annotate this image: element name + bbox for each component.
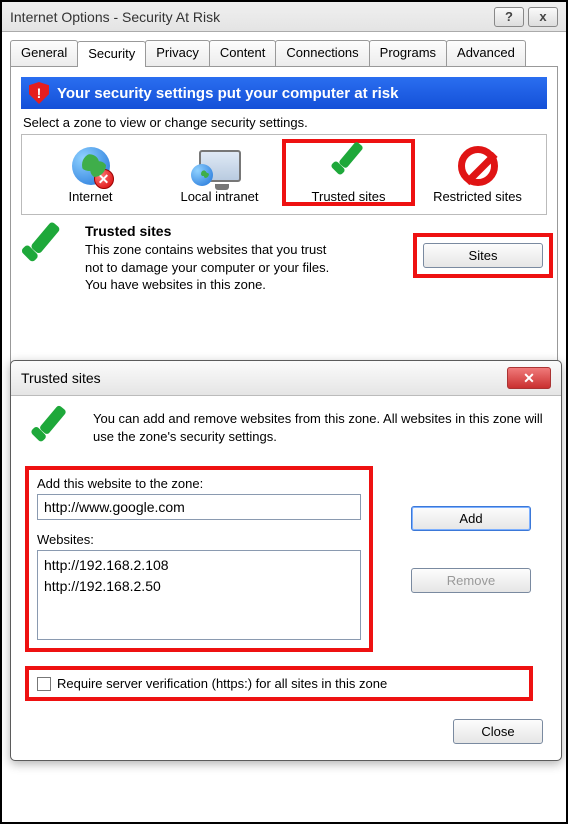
require-https-checkbox[interactable]: [37, 677, 51, 691]
list-item[interactable]: http://192.168.2.108: [44, 555, 354, 576]
websites-label: Websites:: [37, 532, 361, 547]
no-entry-icon: [458, 146, 498, 186]
trusted-heading: Trusted sites: [85, 223, 335, 239]
require-https-label: Require server verification (https:) for…: [57, 676, 387, 691]
add-website-input[interactable]: [37, 494, 361, 520]
checkmark-large-icon: [17, 225, 70, 278]
trusted-sites-dialog: Trusted sites ✕ You can add and remove w…: [10, 360, 562, 761]
sites-button[interactable]: Sites: [423, 243, 543, 268]
tab-security[interactable]: Security: [77, 41, 146, 67]
websites-listbox[interactable]: http://192.168.2.108 http://192.168.2.50: [37, 550, 361, 640]
add-website-label: Add this website to the zone:: [37, 476, 361, 491]
globe-small-icon: [191, 164, 213, 186]
zone-restricted-label: Restricted sites: [413, 189, 542, 204]
tab-strip: General Security Privacy Content Connect…: [2, 32, 566, 66]
x-badge-icon: ✕: [94, 169, 114, 189]
list-item[interactable]: http://192.168.2.50: [44, 576, 354, 597]
checkmark-icon: [327, 144, 371, 188]
warning-text: Your security settings put your computer…: [57, 85, 398, 102]
dialog-title: Trusted sites: [21, 370, 101, 386]
security-tab-panel: ! Your security settings put your comput…: [10, 66, 558, 386]
add-button[interactable]: Add: [411, 506, 531, 531]
zone-prompt: Select a zone to view or change security…: [23, 115, 547, 130]
close-button[interactable]: x: [528, 7, 558, 27]
trusted-desc-1: This zone contains websites that you tru…: [85, 241, 335, 276]
dialog-close-button[interactable]: ✕: [507, 367, 551, 389]
help-button[interactable]: ?: [494, 7, 524, 27]
dialog-info-text: You can add and remove websites from thi…: [93, 410, 543, 446]
warning-bar: ! Your security settings put your comput…: [21, 77, 547, 109]
zone-intranet-label: Local intranet: [155, 189, 284, 204]
trusted-desc-2: You have websites in this zone.: [85, 276, 335, 294]
tab-content[interactable]: Content: [209, 40, 277, 66]
tab-programs[interactable]: Programs: [369, 40, 447, 66]
shield-alert-icon: !: [29, 82, 49, 104]
zone-intranet[interactable]: Local intranet: [155, 141, 284, 204]
zone-restricted[interactable]: Restricted sites: [413, 141, 542, 204]
zone-trusted-label: Trusted sites: [284, 189, 413, 204]
zone-trusted[interactable]: Trusted sites: [284, 141, 413, 204]
tab-advanced[interactable]: Advanced: [446, 40, 526, 66]
tab-general[interactable]: General: [10, 40, 78, 66]
zone-list: ✕ Internet Local intranet Trusted sites …: [21, 134, 547, 215]
require-https-row[interactable]: Require server verification (https:) for…: [29, 670, 529, 697]
remove-button[interactable]: Remove: [411, 568, 531, 593]
zone-internet[interactable]: ✕ Internet: [26, 141, 155, 204]
tab-connections[interactable]: Connections: [275, 40, 369, 66]
add-site-area: Add this website to the zone: Websites: …: [29, 470, 369, 648]
window-title: Internet Options - Security At Risk: [10, 9, 490, 25]
dialog-close-footer-button[interactable]: Close: [453, 719, 543, 744]
titlebar: Internet Options - Security At Risk ? x: [2, 2, 566, 32]
globe-icon: ✕: [72, 147, 110, 185]
sites-button-highlight: Sites: [417, 237, 549, 274]
checkmark-dialog-icon: [27, 408, 82, 456]
tab-privacy[interactable]: Privacy: [145, 40, 210, 66]
dialog-info: You can add and remove websites from thi…: [29, 410, 543, 454]
zone-internet-label: Internet: [26, 189, 155, 204]
dialog-titlebar: Trusted sites ✕: [11, 361, 561, 396]
